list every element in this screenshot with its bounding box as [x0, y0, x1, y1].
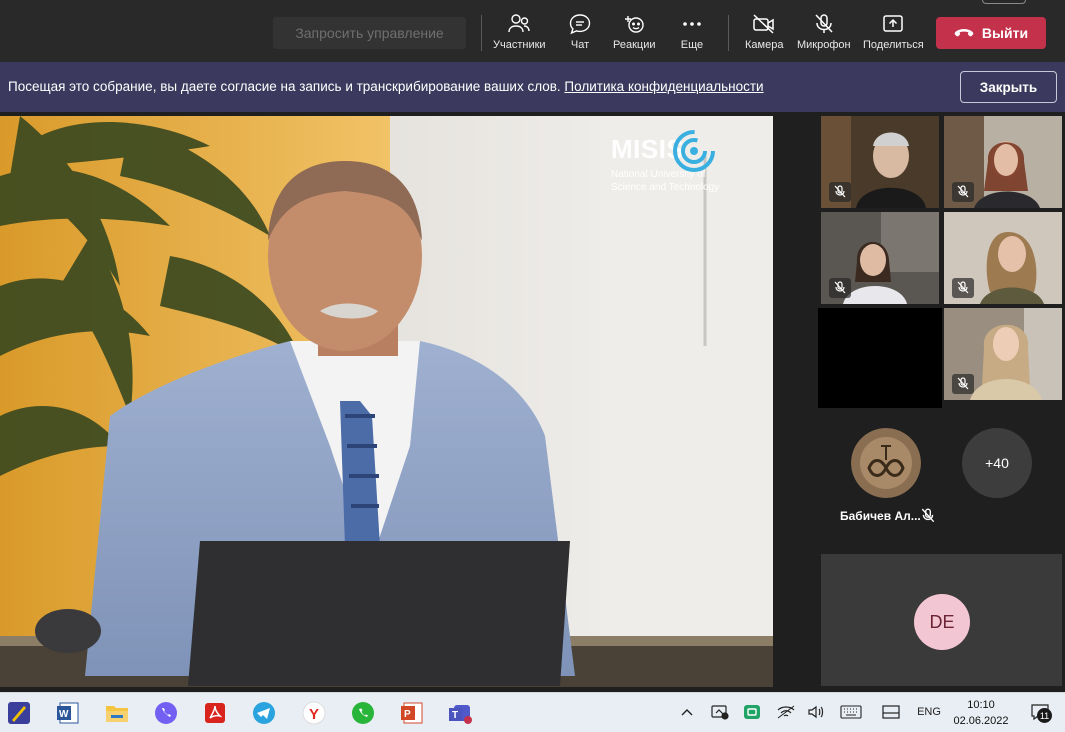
- reactions-button[interactable]: Реакции: [613, 12, 656, 56]
- language-indicator[interactable]: ENG: [914, 701, 944, 723]
- hang-up-icon: [954, 29, 974, 37]
- participant-initials-tile[interactable]: DE: [821, 554, 1062, 686]
- more-icon: [678, 12, 706, 36]
- screen-capture-icon[interactable]: [709, 701, 731, 723]
- camera-label: Камера: [745, 39, 784, 51]
- mic-muted-icon: [829, 182, 851, 202]
- meeting-toolbar: Запросить управление Участники Чат Реакц…: [0, 0, 1065, 62]
- svg-text:T: T: [452, 710, 458, 721]
- svg-text:W: W: [59, 709, 69, 720]
- consent-text: Посещая это собрание, вы даете согласие …: [8, 79, 561, 94]
- notification-center-button[interactable]: 11: [1028, 701, 1052, 723]
- logo-name: MISIS: [611, 130, 719, 172]
- chat-button[interactable]: Чат: [566, 12, 594, 56]
- logo-mark-icon: [673, 130, 715, 172]
- mic-muted-icon: [952, 374, 974, 394]
- mic-muted-icon: [921, 508, 935, 529]
- privacy-policy-link[interactable]: Политика конфиденциальности: [564, 79, 763, 94]
- window-edge: [982, 0, 1026, 4]
- reactions-icon: [620, 12, 648, 36]
- more-participants-button[interactable]: +40: [962, 428, 1032, 498]
- toolbar-divider: [481, 15, 482, 51]
- share-button[interactable]: Поделиться: [863, 12, 924, 56]
- toolbar-divider: [728, 15, 729, 51]
- recording-consent-banner: Посещая это собрание, вы даете согласие …: [0, 62, 1065, 112]
- reactions-label: Реакции: [613, 39, 656, 51]
- leave-button[interactable]: Выйти: [936, 17, 1046, 49]
- file-explorer-icon[interactable]: [104, 700, 130, 726]
- misis-logo: MISIS National University of Science and…: [611, 130, 720, 194]
- teams-icon[interactable]: T: [448, 700, 474, 726]
- participant-video-tile-blank[interactable]: [818, 308, 942, 408]
- svg-text:Y: Y: [309, 706, 319, 723]
- more-button[interactable]: Еще: [678, 12, 706, 56]
- camera-off-icon: [750, 12, 778, 36]
- share-label: Поделиться: [863, 39, 924, 51]
- participants-label: Участники: [493, 39, 546, 51]
- whatsapp-icon[interactable]: [350, 700, 376, 726]
- consent-message: Посещая это собрание, вы даете согласие …: [8, 79, 764, 94]
- leave-label: Выйти: [981, 25, 1029, 41]
- keyboard-icon[interactable]: [838, 701, 864, 723]
- pdf-reader-icon[interactable]: [202, 700, 228, 726]
- viber-icon[interactable]: [153, 700, 179, 726]
- participant-video-tile[interactable]: [944, 212, 1062, 304]
- microphone-label: Микрофон: [797, 39, 851, 51]
- share-icon: [879, 12, 907, 36]
- chevron-up-icon[interactable]: [678, 701, 696, 723]
- windows-taskbar: W Y P T ENG 10:10 02.06.2022 11: [0, 692, 1065, 732]
- main-speaker-video: MISIS National University of Science and…: [0, 116, 773, 687]
- clock-time: 10:10: [967, 699, 995, 711]
- wifi-icon[interactable]: [776, 701, 796, 723]
- participant-video-tile[interactable]: [821, 212, 939, 304]
- mic-off-icon: [810, 12, 838, 36]
- initials-avatar: DE: [914, 594, 970, 650]
- participant-video-tile[interactable]: [944, 308, 1062, 400]
- mic-muted-icon: [829, 278, 851, 298]
- clock-date: 02.06.2022: [953, 715, 1009, 727]
- yandex-browser-icon[interactable]: Y: [301, 700, 327, 726]
- participant-name: Бабичев Ал...: [840, 509, 921, 523]
- participants-icon: [505, 12, 533, 36]
- mic-muted-icon: [952, 182, 974, 202]
- microphone-button[interactable]: Микрофон: [797, 12, 851, 56]
- sync-app-icon[interactable]: [741, 701, 763, 723]
- volume-icon[interactable]: [806, 701, 826, 723]
- app-launcher-icon[interactable]: [6, 700, 32, 726]
- telegram-icon[interactable]: [251, 700, 277, 726]
- speaker-video-frame: [0, 116, 773, 687]
- participant-avatar[interactable]: [851, 428, 921, 498]
- camera-button[interactable]: Камера: [745, 12, 783, 56]
- svg-text:P: P: [404, 709, 411, 720]
- more-label: Еще: [680, 39, 704, 51]
- logo-sub-line2: Science and Technology: [611, 182, 720, 193]
- word-icon[interactable]: W: [55, 700, 81, 726]
- notification-count-badge: 11: [1037, 708, 1052, 723]
- mic-muted-icon: [952, 278, 974, 298]
- taskbar-clock[interactable]: 10:10 02.06.2022: [953, 697, 1009, 729]
- participant-video-tile[interactable]: [821, 116, 939, 208]
- close-banner-button[interactable]: Закрыть: [960, 71, 1057, 103]
- participant-gallery: +40 Бабичев Ал... DE: [773, 112, 1065, 692]
- chat-label: Чат: [570, 39, 590, 51]
- participant-video-tile[interactable]: [944, 116, 1062, 208]
- request-control-button[interactable]: Запросить управление: [273, 17, 466, 49]
- powerpoint-icon[interactable]: P: [399, 700, 425, 726]
- participants-button[interactable]: Участники: [493, 12, 546, 56]
- chat-icon: [566, 12, 594, 36]
- teams-meeting-window: Запросить управление Участники Чат Реакц…: [0, 0, 1065, 732]
- display-icon[interactable]: [880, 701, 902, 723]
